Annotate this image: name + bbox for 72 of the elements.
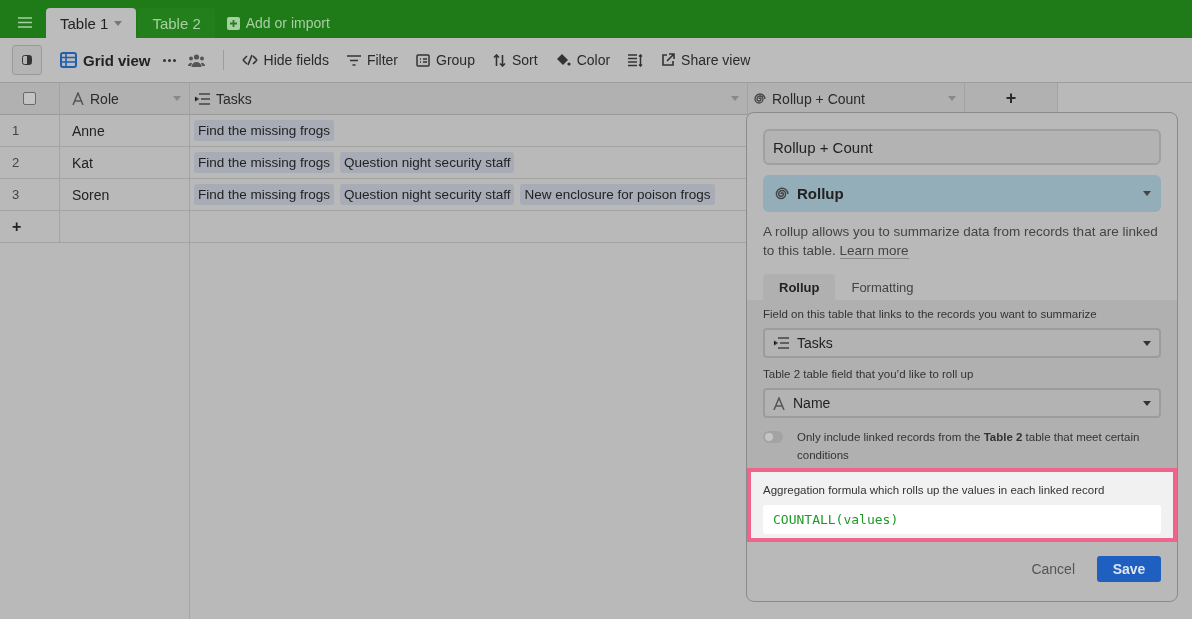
linked-record-chip[interactable]: Question night security staff [340,152,515,173]
column-name: Role [90,90,119,107]
filter-icon [346,54,361,66]
sidebar-icon [22,55,32,65]
toolbar-button[interactable]: Filter [346,52,399,68]
sort-icon [492,53,506,67]
table-cell: Anne [72,122,105,139]
letter-icon [72,92,84,105]
linked-record-chip[interactable]: Find the missing frogs [194,120,335,141]
row-number: 3 [12,187,20,202]
field-label: Field on this table that links to the records you want to summarize [763,308,1098,320]
grid-icon [60,52,77,68]
view-switcher[interactable]: Grid view [60,51,151,69]
caret-icon [1143,340,1151,346]
letter-icon [773,396,785,410]
formula-input[interactable]: COUNTALL(values) [763,505,1161,534]
more-icon[interactable] [162,58,176,62]
column-name: Tasks [216,90,252,107]
row-height-button[interactable] [628,53,644,67]
learn-more-link[interactable]: Learn more [839,243,909,259]
paint-bucket-icon [555,53,571,67]
caret-icon [1143,191,1151,196]
people-icon[interactable] [187,53,205,67]
settings-tab[interactable]: Rollup [763,274,836,300]
field-label: Table 2 table field that you’d like to roll up [763,368,975,380]
save-button[interactable]: Save [1097,556,1161,582]
add-column-button[interactable]: + [1005,88,1017,109]
condition-text: Only include linked records from the Table 2 table that meet certain conditions [797,430,1141,463]
caret-icon [731,96,739,101]
column-header[interactable]: Role [60,83,190,115]
indented-lines-icon [194,92,210,105]
settings-tab[interactable]: Formatting [835,274,930,300]
column-header[interactable]: Rollup + Count [748,83,965,115]
toolbar-button[interactable]: Hide fields [241,52,329,68]
add-row-button[interactable]: + [12,217,22,236]
list-box-icon [416,53,431,67]
column-header[interactable]: Tasks [190,83,748,115]
toolbar-button[interactable]: Color [555,52,611,68]
indented-lines-icon [773,337,789,349]
select-all-checkbox[interactable] [23,92,36,105]
field-name-input[interactable]: Rollup + Count [763,129,1161,165]
description-text: A rollup allows you to summarize data from records that are linked to this table. Learn more [763,223,1159,260]
table-cell: Soren [72,186,110,203]
row-number: 1 [12,123,20,138]
rollup-field-select[interactable]: Name [763,388,1161,418]
linked-record-chip[interactable]: Find the missing frogs [194,184,335,205]
caret-icon [173,96,181,101]
spiral-icon [752,91,766,106]
formula-label: Aggregation formula which rolls up the values in each linked record [763,484,1106,496]
row-number: 2 [12,155,20,170]
toolbar-button[interactable]: Sort [492,52,538,68]
column-name: Rollup + Count [772,90,865,107]
caret-icon [1143,400,1151,406]
spiral-icon [773,185,789,202]
menu-icon[interactable] [18,17,32,28]
table-cell: Kat [72,154,93,171]
condition-toggle[interactable] [763,431,783,443]
toolbar-button[interactable]: Group [416,52,475,68]
table-tab[interactable]: Table 1 [46,8,137,38]
linked-record-chip[interactable]: Question night security staff [340,184,515,205]
linked-record-chip[interactable]: New enclosure for poison frogs [520,184,715,205]
linked-record-chip[interactable]: Find the missing frogs [194,152,335,173]
linked-field-select[interactable]: Tasks [763,328,1161,358]
cancel-button[interactable]: Cancel [1025,560,1081,578]
caret-icon [948,96,956,101]
sidebar-toggle-button[interactable] [12,45,42,75]
field-type-select[interactable]: Rollup [763,175,1161,212]
caret-icon [114,20,123,26]
toolbar-button[interactable]: Share view [661,52,751,68]
row-height-icon [628,53,644,67]
external-link-icon [661,53,676,67]
plus-square-icon [226,16,240,30]
